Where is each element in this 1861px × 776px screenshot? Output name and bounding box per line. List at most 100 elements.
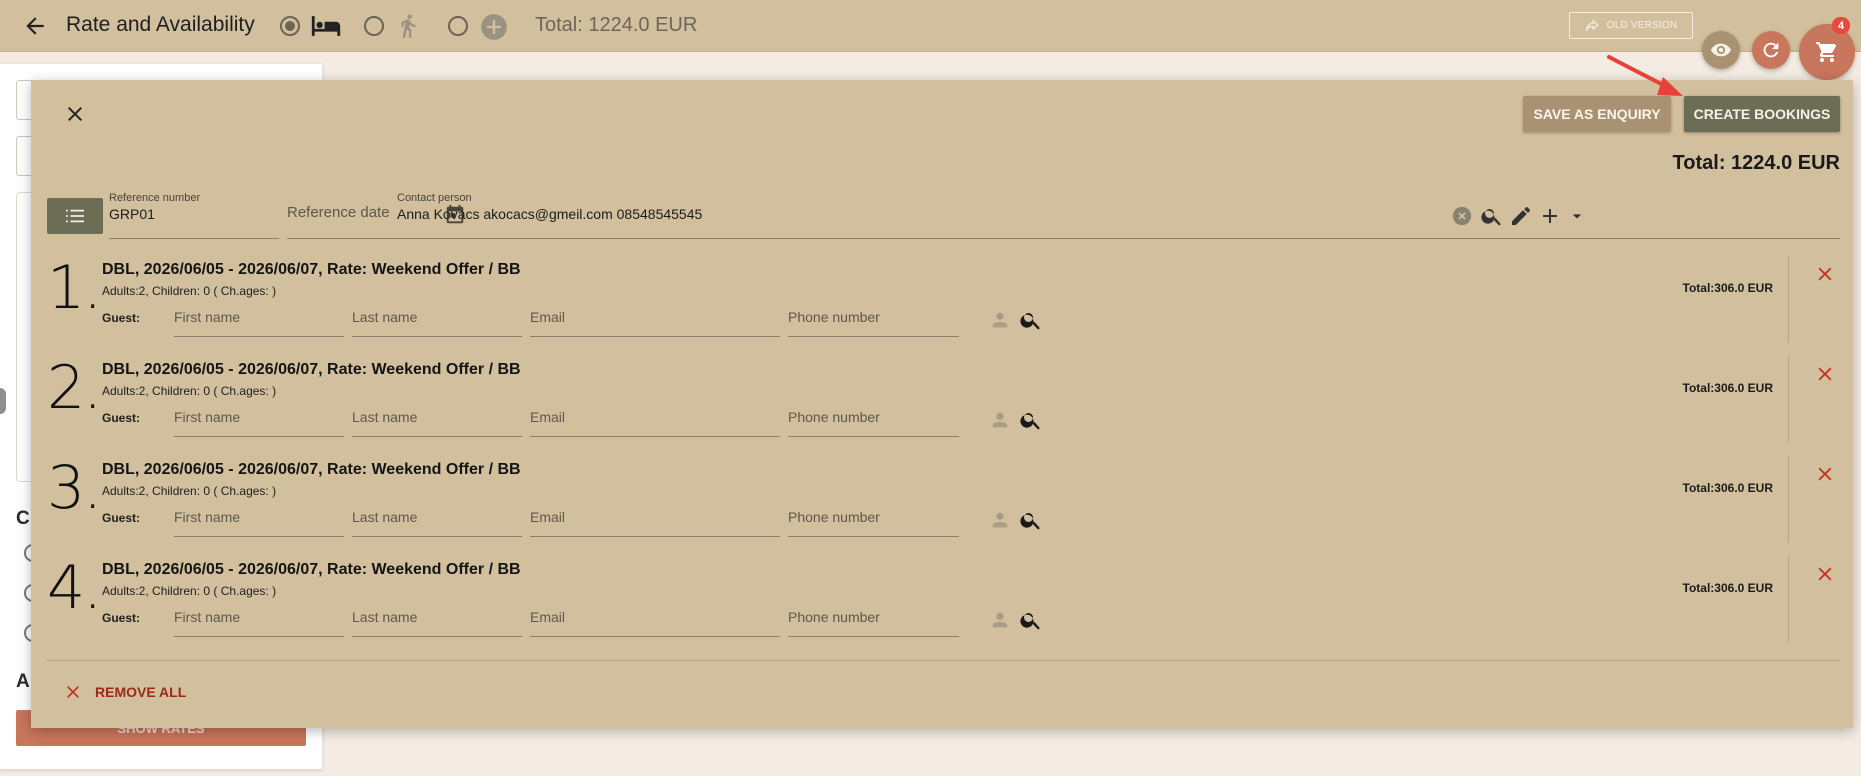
- contact-person-label: Contact person: [397, 192, 472, 204]
- person-icon[interactable]: [989, 509, 1011, 531]
- booking-total: Total:306.0 EUR: [1682, 581, 1773, 595]
- refresh-icon: [1763, 42, 1779, 58]
- guest-last-name-input[interactable]: Last name: [352, 603, 522, 637]
- top-bar: Rate and Availability Total: 1224.0 EUR …: [0, 0, 1861, 52]
- email-placeholder: Email: [530, 509, 566, 525]
- booking-number: 4.: [47, 553, 102, 623]
- booking-number: 1.: [47, 253, 102, 323]
- booking-row: 2. DBL, 2026/06/05 - 2026/06/07, Rate: We…: [47, 353, 1840, 455]
- list-numbered-icon: [66, 209, 84, 223]
- contact-person-value: Anna Kovacs akocacs@gmeil.com 0854854554…: [397, 206, 703, 222]
- guest-last-name-input[interactable]: Last name: [352, 303, 522, 337]
- modal-total: Total: 1224.0 EUR: [1672, 152, 1840, 174]
- guest-label: Guest:: [102, 311, 141, 325]
- booking-row: 3. DBL, 2026/06/05 - 2026/06/07, Rate: We…: [47, 453, 1840, 555]
- booking-number: 2.: [47, 353, 102, 423]
- old-version-label: OLD VERSION: [1606, 20, 1678, 31]
- booking-row: 1. DBL, 2026/06/05 - 2026/06/07, Rate: We…: [47, 253, 1840, 355]
- remove-booking-icon[interactable]: [1814, 463, 1836, 485]
- old-version-button[interactable]: OLD VERSION: [1569, 12, 1693, 39]
- guest-first-name-input[interactable]: First name: [174, 403, 344, 437]
- close-icon: [67, 686, 79, 698]
- guest-phone-input[interactable]: Phone number: [788, 603, 959, 637]
- row-separator: [1788, 455, 1789, 543]
- annotation-arrow: [1607, 55, 1683, 96]
- row-separator: [1788, 555, 1789, 643]
- guest-email-input[interactable]: Email: [530, 503, 780, 537]
- last-name-placeholder: Last name: [352, 609, 418, 625]
- shopping-cart-icon: [1816, 42, 1837, 62]
- chevron-down-icon[interactable]: [1567, 206, 1587, 226]
- save-as-enquiry-button[interactable]: SAVE AS ENQUIRY: [1523, 96, 1671, 132]
- page-title: Rate and Availability: [66, 13, 255, 36]
- guest-first-name-input[interactable]: First name: [174, 503, 344, 537]
- reference-row: Reference number GRP01 Reference date Co…: [47, 192, 1840, 240]
- add-icon[interactable]: [1538, 204, 1562, 228]
- list-view-button[interactable]: [47, 198, 103, 234]
- close-icon[interactable]: [63, 102, 87, 126]
- guest-last-name-input[interactable]: Last name: [352, 403, 522, 437]
- header-total: Total: 1224.0 EUR: [535, 14, 698, 36]
- booking-row: 4. DBL, 2026/06/05 - 2026/06/07, Rate: We…: [47, 553, 1840, 655]
- booking-occupancy: Adults:2, Children: 0 ( Ch.ages: ): [102, 484, 277, 498]
- guest-email-input[interactable]: Email: [530, 603, 780, 637]
- reference-date-placeholder: Reference date: [287, 204, 390, 221]
- last-name-placeholder: Last name: [352, 509, 418, 525]
- search-icon[interactable]: [1019, 308, 1043, 332]
- search-icon[interactable]: [1480, 204, 1504, 228]
- remove-all-button[interactable]: REMOVE ALL: [63, 682, 186, 702]
- guest-phone-input[interactable]: Phone number: [788, 303, 959, 337]
- first-name-placeholder: First name: [174, 409, 241, 425]
- search-icon[interactable]: [1019, 608, 1043, 632]
- remove-booking-icon[interactable]: [1814, 263, 1836, 285]
- create-bookings-button[interactable]: CREATE BOOKINGS: [1684, 96, 1840, 132]
- bed-icon: [311, 16, 341, 36]
- share-arrow-icon: [1585, 19, 1599, 31]
- booking-total: Total:306.0 EUR: [1682, 281, 1773, 295]
- contact-person-field[interactable]: Contact person Anna Kovacs akocacs@gmeil…: [397, 192, 1840, 239]
- booking-title: DBL, 2026/06/05 - 2026/06/07, Rate: Week…: [102, 561, 521, 578]
- guest-email-input[interactable]: Email: [530, 403, 780, 437]
- person-icon[interactable]: [989, 609, 1011, 631]
- guest-label: Guest:: [102, 411, 141, 425]
- remove-all-label: REMOVE ALL: [95, 684, 187, 700]
- guest-last-name-input[interactable]: Last name: [352, 503, 522, 537]
- booking-title: DBL, 2026/06/05 - 2026/06/07, Rate: Week…: [102, 461, 521, 478]
- refresh-button[interactable]: [1752, 31, 1790, 69]
- mode-radio-walkin[interactable]: [364, 16, 384, 36]
- last-name-placeholder: Last name: [352, 409, 418, 425]
- phone-placeholder: Phone number: [788, 509, 880, 525]
- email-placeholder: Email: [530, 609, 566, 625]
- person-icon[interactable]: [989, 309, 1011, 331]
- guest-email-input[interactable]: Email: [530, 303, 780, 337]
- remove-booking-icon[interactable]: [1814, 563, 1836, 585]
- booking-occupancy: Adults:2, Children: 0 ( Ch.ages: ): [102, 584, 277, 598]
- email-placeholder: Email: [530, 409, 566, 425]
- clear-circle-icon[interactable]: [1451, 205, 1473, 227]
- back-arrow-icon[interactable]: [22, 13, 48, 39]
- booking-title: DBL, 2026/06/05 - 2026/06/07, Rate: Week…: [102, 261, 521, 278]
- booking-total: Total:306.0 EUR: [1682, 381, 1773, 395]
- guest-phone-input[interactable]: Phone number: [788, 403, 959, 437]
- reference-number-value: GRP01: [109, 206, 155, 222]
- booking-occupancy: Adults:2, Children: 0 ( Ch.ages: ): [102, 284, 277, 298]
- reference-number-field[interactable]: Reference number GRP01: [109, 192, 279, 239]
- preview-button[interactable]: [1702, 31, 1740, 69]
- panel-toggle-handle[interactable]: [0, 388, 6, 414]
- mode-radio-add[interactable]: [448, 16, 468, 36]
- booking-title: DBL, 2026/06/05 - 2026/06/07, Rate: Week…: [102, 361, 521, 378]
- booking-cart-dialog: SAVE AS ENQUIRY CREATE BOOKINGS Total: 1…: [31, 80, 1853, 728]
- guest-first-name-input[interactable]: First name: [174, 603, 344, 637]
- last-name-placeholder: Last name: [352, 309, 418, 325]
- person-icon[interactable]: [989, 409, 1011, 431]
- phone-placeholder: Phone number: [788, 409, 880, 425]
- guest-phone-input[interactable]: Phone number: [788, 503, 959, 537]
- search-icon[interactable]: [1019, 408, 1043, 432]
- booking-occupancy: Adults:2, Children: 0 ( Ch.ages: ): [102, 384, 277, 398]
- eye-icon: [1710, 43, 1732, 57]
- edit-pencil-icon[interactable]: [1509, 204, 1533, 228]
- mode-radio-rooms[interactable]: [280, 16, 300, 36]
- search-icon[interactable]: [1019, 508, 1043, 532]
- guest-first-name-input[interactable]: First name: [174, 303, 344, 337]
- remove-booking-icon[interactable]: [1814, 363, 1836, 385]
